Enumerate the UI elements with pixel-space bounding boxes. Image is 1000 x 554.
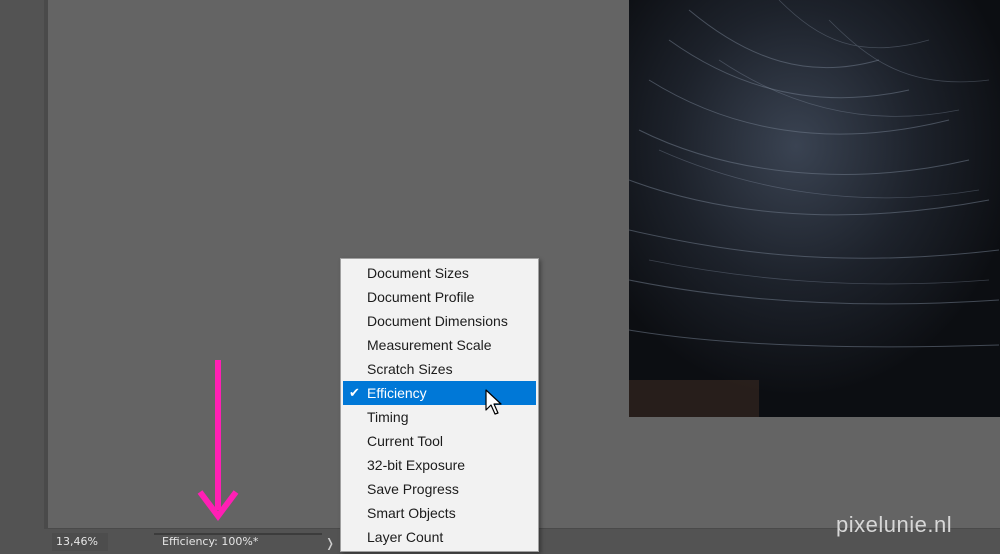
menu-item-timing[interactable]: Timing [343, 405, 536, 429]
menu-item-scratch-sizes[interactable]: Scratch Sizes [343, 357, 536, 381]
status-info-menu: Document Sizes Document Profile Document… [340, 258, 539, 552]
menu-item-32-bit-exposure[interactable]: 32-bit Exposure [343, 453, 536, 477]
menu-item-measurement-scale[interactable]: Measurement Scale [343, 333, 536, 357]
left-panel [0, 0, 44, 554]
zoom-level-field[interactable]: 13,46% [52, 533, 108, 551]
checkmark-icon: ✔ [349, 385, 360, 400]
menu-item-document-sizes[interactable]: Document Sizes [343, 261, 536, 285]
document-photo[interactable] [629, 0, 1000, 417]
mouse-pointer-icon [485, 389, 502, 415]
status-menu-arrow-icon[interactable]: ❭ [324, 535, 336, 551]
menu-item-document-profile[interactable]: Document Profile [343, 285, 536, 309]
menu-item-current-tool[interactable]: Current Tool [343, 429, 536, 453]
menu-item-smart-objects[interactable]: Smart Objects [343, 501, 536, 525]
status-info-text: Efficiency: 100%* [162, 535, 259, 548]
photo-fur-image [629, 0, 1000, 417]
menu-item-layer-count[interactable]: Layer Count [343, 525, 536, 549]
watermark-text: pixelunie.nl [836, 512, 953, 537]
annotation-arrow-icon [197, 360, 239, 521]
menu-item-efficiency[interactable]: ✔ Efficiency [343, 381, 536, 405]
menu-item-save-progress[interactable]: Save Progress [343, 477, 536, 501]
menu-item-document-dimensions[interactable]: Document Dimensions [343, 309, 536, 333]
